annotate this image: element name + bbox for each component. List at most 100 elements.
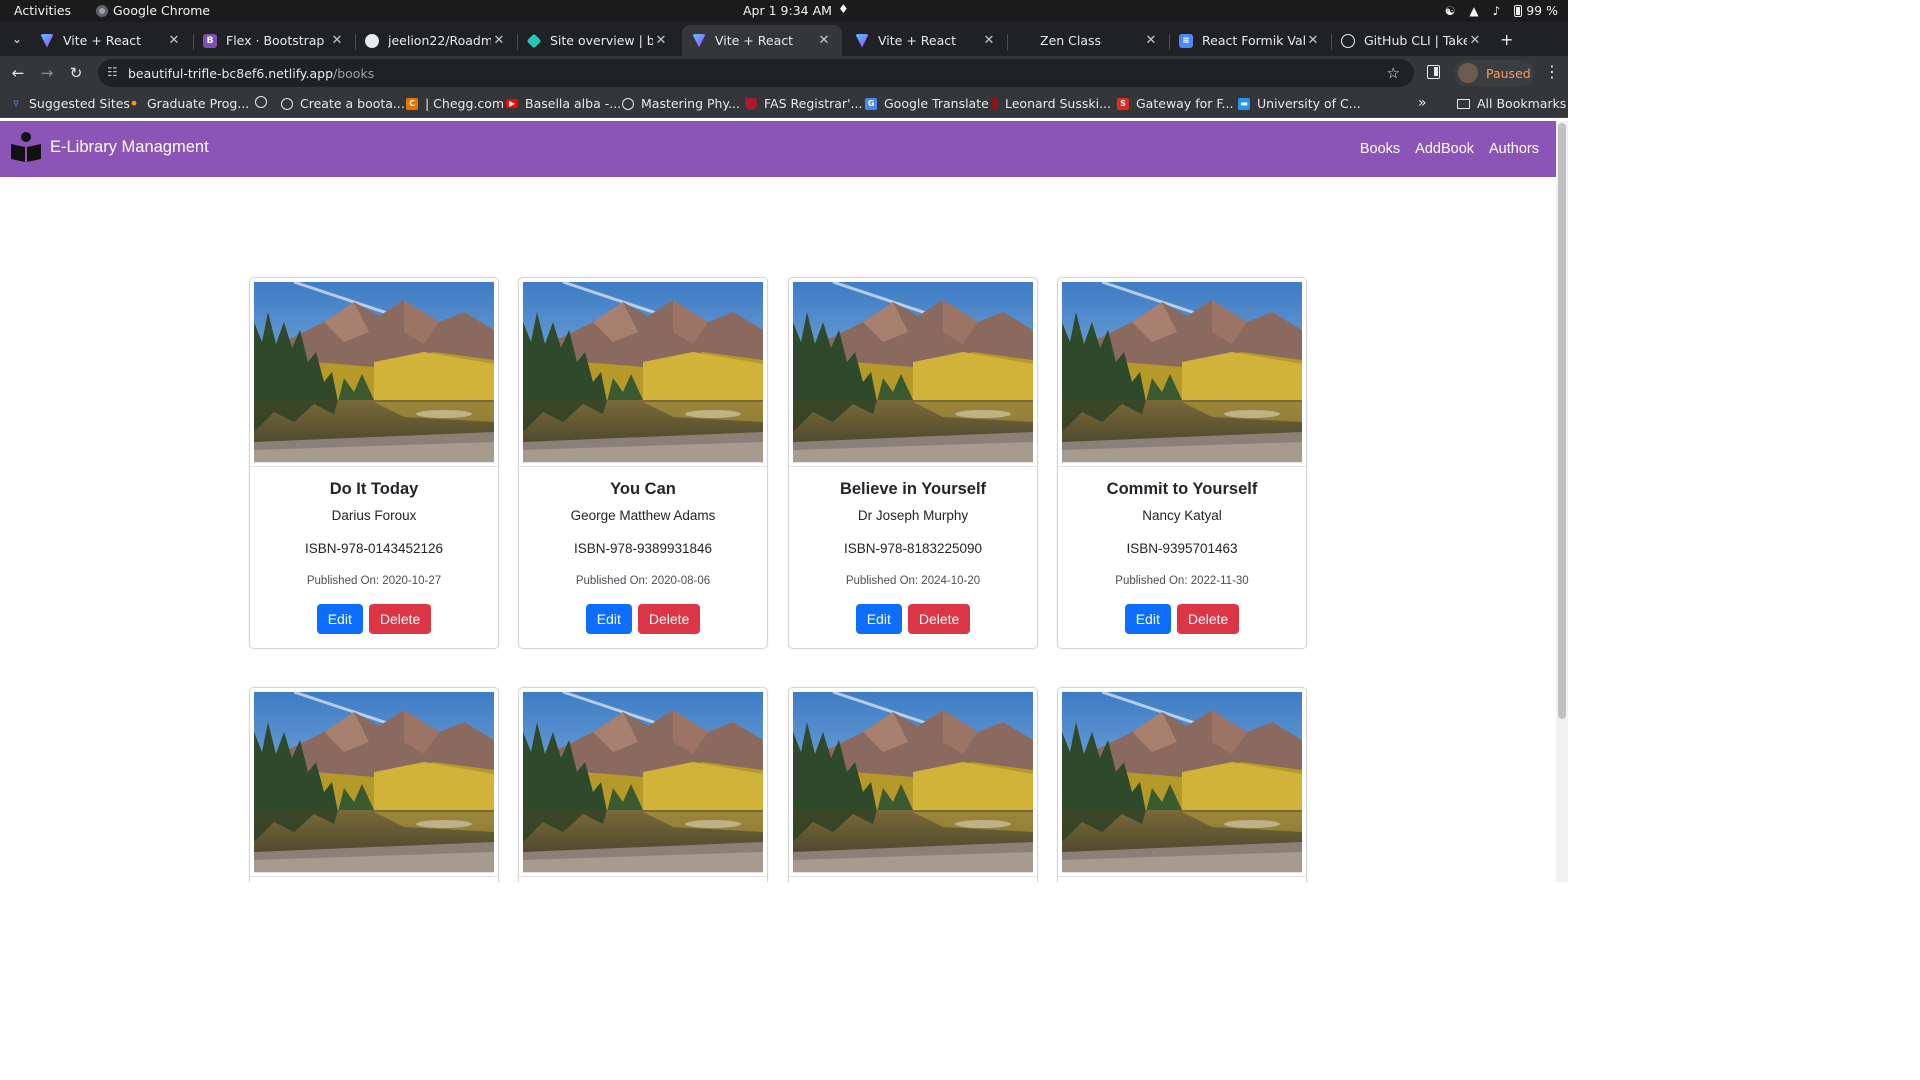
book-isbn: ISBN-978-8183225090 [843,541,983,556]
tab-title: Vite + React [715,33,794,48]
chrome-menu-icon[interactable]: ⋮ [1544,64,1560,80]
tab-close-icon[interactable]: ✕ [1467,33,1483,48]
bookmark-item[interactable]: S Gateway for F... [1117,96,1233,111]
bookmark-item[interactable]: Leonard Susski... [992,96,1111,111]
browser-tab[interactable]: Vite + React ✕ [30,25,192,56]
tab-close-icon[interactable]: ✕ [653,33,669,48]
all-bookmarks-button[interactable]: All Bookmarks [1457,96,1566,111]
book-card: Do It TodayDarius ForouxISBN-978-0143452… [249,277,499,649]
more-bookmarks-chevron-icon[interactable]: » [1418,95,1427,111]
book-author: George Matthew Adams [570,508,716,523]
clock[interactable]: Apr 1 9:34 AM [743,3,832,18]
bookmark-item[interactable]: G Google Translate [865,96,989,111]
bookmark-item[interactable]: ▬ University of C... [1238,96,1361,111]
book-cover-image [1062,282,1302,463]
app-name: Google Chrome [113,3,211,18]
page-scrollbar[interactable] [1556,121,1568,882]
card-actions: Edit Delete [519,604,767,634]
site-brand[interactable]: E-Library Managment [10,131,209,163]
tab-close-icon[interactable]: ✕ [166,33,182,48]
chrome-icon [96,4,108,17]
book-title: Believe in Yourself [839,480,987,498]
accessibility-icon: ☯ [1444,3,1456,18]
all-bookmarks-label: All Bookmarks [1477,96,1567,111]
profile-button[interactable]: Paused [1454,60,1534,86]
vite-icon [855,33,869,48]
edit-button[interactable]: Edit [1124,604,1171,634]
delete-button[interactable]: Delete [907,604,971,634]
browser-tab[interactable]: Site overview | bea ✕ [517,25,679,56]
book-card: Commit to YourselfNancy KatyalISBN-93957… [1057,277,1307,649]
delete-button[interactable]: Delete [637,604,701,634]
edit-button[interactable]: Edit [585,604,632,634]
forward-arrow-icon[interactable]: → [37,63,57,83]
new-tab-plus-icon[interactable]: + [1500,30,1513,49]
url-text[interactable]: beautiful-trifle-bc8ef6.netlify.app/book… [128,66,374,81]
globe-icon [281,97,293,110]
browser-tab[interactable]: ≡ React Formik Valid ✕ [1169,25,1331,56]
bookmark-item[interactable]: ▶ Basella alba -... [506,96,621,111]
edu-icon: ▬ [1238,97,1250,110]
nav-link-authors[interactable]: Authors [1489,141,1539,157]
browser-tab[interactable]: jeelion22/Roadmap ✕ [355,25,517,56]
delete-button[interactable]: Delete [368,604,432,634]
tab-close-icon[interactable]: ✕ [1305,33,1321,48]
edit-button[interactable]: Edit [855,604,902,634]
book-isbn: ISBN-978-0143452126 [304,541,444,556]
nav-link-books[interactable]: Books [1360,141,1400,157]
browser-tab[interactable]: GitHub CLI | Take C ✕ [1331,25,1493,56]
app-menu[interactable]: Google Chrome [96,3,210,18]
bookmark-item[interactable]: C | Chegg.com [406,96,504,111]
book-cover-image [523,282,763,463]
address-bar[interactable]: ☷ beautiful-trifle-bc8ef6.netlify.app/bo… [98,59,1414,87]
browser-tab[interactable]: Vite + React ✕ [845,25,1007,56]
bookmark-item[interactable] [255,96,274,108]
bookmark-star-icon[interactable]: ☆ [1387,64,1400,82]
tab-close-icon[interactable]: ✕ [329,33,345,48]
book-published-date: Published On: 2020-08-06 [575,575,711,587]
side-panel-icon[interactable] [1427,65,1440,79]
bookmark-label: Mastering Phy... [641,96,740,111]
scrollbar-thumb[interactable] [1558,123,1566,719]
browser-tab[interactable]: Zen Class ✕ [1007,25,1169,56]
browser-tab-active[interactable]: Vite + React ✕ [682,25,842,56]
system-tray[interactable]: ☯ ▲ ♪ 99 % [1445,3,1558,18]
book-title: Commit to Yourself [1106,480,1258,498]
vite-icon [692,33,706,48]
back-arrow-icon[interactable]: ← [8,63,28,83]
bookmark-item[interactable]: ⚲ Suggested Sites [10,96,130,111]
nav-link-addbook[interactable]: AddBook [1415,141,1474,157]
bookmark-item[interactable]: FAS Registrar'... [745,96,862,111]
bookmark-label: Google Translate [884,96,989,111]
card-actions: Edit Delete [789,604,1037,634]
tab-title: Vite + React [878,33,957,48]
tab-close-icon[interactable]: ✕ [491,33,507,48]
tab-close-icon[interactable]: ✕ [816,33,832,48]
docs-icon: ≡ [1179,33,1193,48]
bookmark-item[interactable]: Mastering Phy... [622,96,740,111]
tab-search-chevron-icon[interactable]: ⌄ [8,30,26,48]
bookmark-item[interactable]: ✸ Graduate Prog... [128,96,250,111]
book-card: Believe in YourselfDr Joseph MurphyISBN-… [788,687,1038,882]
site-info-icon[interactable]: ☷ [107,65,118,79]
book-card: Commit to YourselfNancy KatyalISBN-93957… [1057,687,1307,882]
stanford-icon [992,97,998,110]
edit-button[interactable]: Edit [316,604,363,634]
tab-close-icon[interactable]: ✕ [1143,33,1159,48]
shield-icon [745,97,757,110]
book-isbn: ISBN-978-9389931846 [573,541,713,556]
delete-button[interactable]: Delete [1176,604,1240,634]
browser-tab[interactable]: B Flex · Bootstrap v5 ✕ [193,25,355,56]
url-host: beautiful-trifle-bc8ef6.netlify.app [128,66,334,81]
bookmark-label: FAS Registrar'... [764,96,863,111]
github-icon [1341,33,1355,48]
bookmark-item[interactable]: Create a boota... [281,96,405,111]
reload-icon[interactable]: ↻ [66,63,86,83]
site-navbar: E-Library Managment Books AddBook Author… [0,121,1556,177]
activities-button[interactable]: Activities [14,3,71,18]
tab-close-icon[interactable]: ✕ [981,33,997,48]
book-author: Darius Foroux [331,508,417,523]
book-title: You Can [610,480,676,498]
book-card: Do It TodayDarius ForouxISBN-978-0143452… [249,687,499,882]
book-isbn: ISBN-9395701463 [1126,541,1238,556]
